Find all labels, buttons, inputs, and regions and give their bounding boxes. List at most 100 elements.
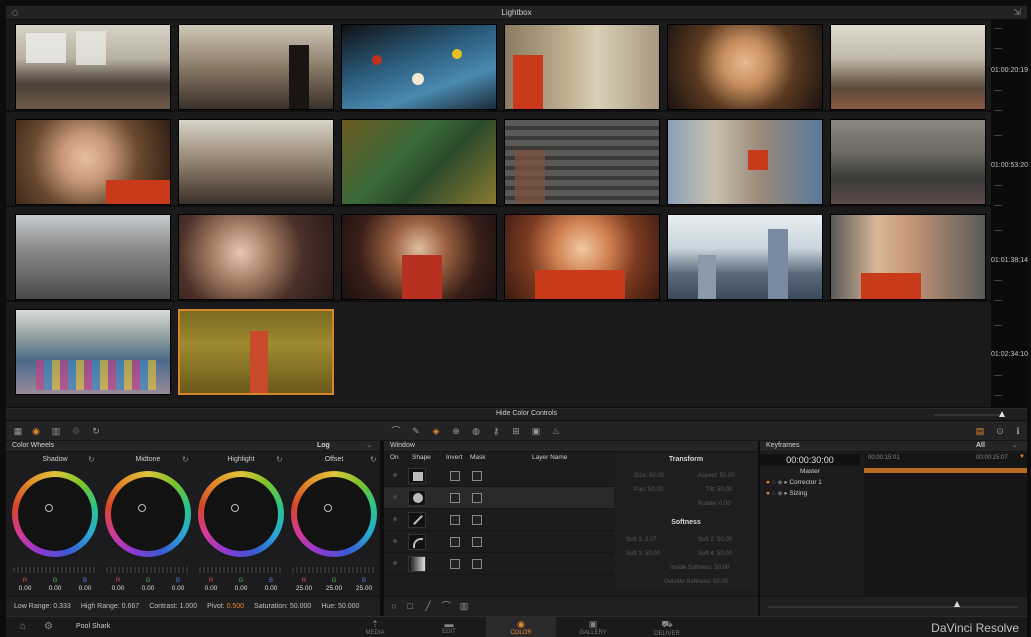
reset-icon[interactable]: ↻ bbox=[88, 455, 95, 464]
collapse-icon[interactable]: ⇲ bbox=[1013, 7, 1021, 18]
shadow-b-value[interactable]: 0.00 bbox=[71, 585, 99, 592]
inside-softness-value[interactable]: Inside Softness: 50.00 bbox=[670, 565, 729, 571]
tab-media[interactable]: ⇡ MEDIA bbox=[340, 617, 410, 637]
linear-window-icon[interactable] bbox=[408, 468, 426, 484]
add-linear-window-icon[interactable]: ○ bbox=[388, 600, 400, 612]
add-gradient-window-icon[interactable]: ▥ bbox=[458, 600, 470, 612]
reset-icon[interactable]: ↻ bbox=[276, 455, 283, 464]
pan-value[interactable]: Pan: 50.00 bbox=[634, 487, 663, 493]
color-match-icon[interactable]: ◉ bbox=[30, 425, 42, 437]
wheel-center-handle[interactable] bbox=[45, 504, 53, 512]
wheel-center-handle[interactable] bbox=[138, 504, 146, 512]
mask-toggle[interactable] bbox=[472, 559, 482, 569]
keyframes-filter-select[interactable]: All bbox=[976, 442, 985, 449]
mask-toggle[interactable] bbox=[472, 537, 482, 547]
invert-toggle[interactable] bbox=[450, 471, 460, 481]
offset-g-value[interactable]: 25.00 bbox=[320, 585, 348, 592]
clip-thumbnail[interactable] bbox=[341, 119, 497, 205]
add-curve-window-icon[interactable]: ⌒ bbox=[440, 600, 452, 612]
saturation-value[interactable]: Saturation: 50.000 bbox=[254, 603, 311, 610]
aspect-value[interactable]: Aspect: 50.00 bbox=[698, 473, 735, 479]
high-range-value[interactable]: High Range: 0.667 bbox=[81, 603, 139, 610]
mask-toggle[interactable] bbox=[472, 471, 482, 481]
contrast-value[interactable]: Contrast: 1.000 bbox=[149, 603, 197, 610]
wheel-center-handle[interactable] bbox=[231, 504, 239, 512]
clip-thumbnail[interactable] bbox=[15, 24, 171, 110]
shadow-r-value[interactable]: 0.00 bbox=[11, 585, 39, 592]
clip-thumbnail-selected[interactable] bbox=[178, 309, 334, 395]
expand-icon[interactable]: ▸ bbox=[784, 479, 787, 486]
outside-softness-value[interactable]: Outside Softness: 50.00 bbox=[664, 579, 728, 585]
clip-thumbnail[interactable] bbox=[15, 119, 171, 205]
clip-thumbnail[interactable] bbox=[178, 214, 334, 300]
invert-toggle[interactable] bbox=[450, 559, 460, 569]
tab-gallery[interactable]: ▣ GALLERY bbox=[558, 617, 628, 637]
invert-toggle[interactable] bbox=[450, 493, 460, 503]
lock-icon[interactable]: ⌂ bbox=[772, 490, 776, 497]
midtone-color-wheel[interactable] bbox=[105, 471, 191, 557]
track-master[interactable]: Master bbox=[800, 468, 820, 475]
rgb-mixer-icon[interactable]: ♲ bbox=[70, 425, 82, 437]
soft4-value[interactable]: Soft 4: 50.00 bbox=[698, 551, 732, 557]
zoom-slider-knob[interactable] bbox=[999, 411, 1005, 417]
gradient-window-icon[interactable] bbox=[408, 556, 426, 572]
circle-window-icon[interactable] bbox=[408, 490, 426, 506]
scopes-icon[interactable]: ⊙ bbox=[994, 425, 1006, 437]
midtone-r-value[interactable]: 0.00 bbox=[104, 585, 132, 592]
offset-b-value[interactable]: 25.00 bbox=[350, 585, 378, 592]
sizing-icon[interactable]: ⊞ bbox=[510, 425, 522, 437]
track-sizing[interactable]: Sizing bbox=[789, 490, 807, 497]
mode-dropdown-icon[interactable]: ⌄ bbox=[366, 441, 372, 449]
highlight-b-value[interactable]: 0.00 bbox=[257, 585, 285, 592]
settings-gear-icon[interactable]: ⚙ bbox=[44, 621, 53, 632]
lock-icon[interactable]: ⌂ bbox=[772, 479, 776, 486]
keyframe-zoom-slider[interactable] bbox=[768, 606, 1018, 608]
hide-color-controls-bar[interactable]: Hide Color Controls bbox=[6, 408, 1027, 420]
window-row-polygon[interactable] bbox=[384, 509, 614, 531]
clip-thumbnail[interactable] bbox=[504, 24, 660, 110]
rotate-value[interactable]: Rotate: 0.00 bbox=[698, 501, 731, 507]
clip-thumbnail[interactable] bbox=[830, 214, 986, 300]
window-row-circle[interactable] bbox=[384, 487, 614, 509]
reset-icon[interactable]: ↻ bbox=[182, 455, 189, 464]
keyframe-dot-icon[interactable]: ● bbox=[766, 490, 770, 497]
clip-thumbnail[interactable] bbox=[15, 214, 171, 300]
clip-thumbnail[interactable] bbox=[341, 24, 497, 110]
diamond-icon[interactable]: ◆ bbox=[778, 490, 783, 497]
zoom-slider[interactable] bbox=[934, 414, 1004, 416]
highlight-r-value[interactable]: 0.00 bbox=[197, 585, 225, 592]
pivot-value[interactable]: 0.500 bbox=[227, 603, 245, 610]
tracker-icon[interactable]: ⊕ bbox=[450, 425, 462, 437]
window-dot-icon[interactable] bbox=[12, 10, 18, 16]
dropper-icon[interactable]: ♨ bbox=[550, 425, 562, 437]
keyframes-icon[interactable]: ▤ bbox=[974, 425, 986, 437]
curve-window-icon[interactable] bbox=[408, 534, 426, 550]
clip-thumbnail[interactable] bbox=[178, 119, 334, 205]
invert-toggle[interactable] bbox=[450, 537, 460, 547]
keyframe-range-bar[interactable] bbox=[864, 468, 1027, 473]
mask-toggle[interactable] bbox=[472, 493, 482, 503]
expand-icon[interactable]: ▸ bbox=[784, 490, 787, 497]
3d-icon[interactable]: ▣ bbox=[530, 425, 542, 437]
curves-icon[interactable]: ⌒ bbox=[390, 425, 402, 437]
clip-thumbnail[interactable] bbox=[830, 119, 986, 205]
clip-thumbnail[interactable] bbox=[830, 24, 986, 110]
shadow-g-value[interactable]: 0.00 bbox=[41, 585, 69, 592]
highlight-g-value[interactable]: 0.00 bbox=[227, 585, 255, 592]
invert-toggle[interactable] bbox=[450, 515, 460, 525]
keyframe-timeline[interactable]: 00:00:15:01 00:00:25:07 ▼ bbox=[864, 453, 1027, 601]
blur-icon[interactable]: ◍ bbox=[470, 425, 482, 437]
midtone-master-jog[interactable] bbox=[106, 567, 190, 573]
midtone-g-value[interactable]: 0.00 bbox=[134, 585, 162, 592]
window-row-gradient[interactable] bbox=[384, 553, 614, 575]
wheel-center-handle[interactable] bbox=[324, 504, 332, 512]
tab-edit[interactable]: ▬ EDIT bbox=[414, 617, 484, 637]
highlight-master-jog[interactable] bbox=[199, 567, 283, 573]
clip-thumbnail[interactable] bbox=[667, 24, 823, 110]
home-icon[interactable]: ⌂ bbox=[20, 621, 26, 632]
primaries-icon[interactable]: ▥ bbox=[50, 425, 62, 437]
window-icon[interactable]: ◈ bbox=[430, 425, 442, 437]
clip-thumbnail[interactable] bbox=[178, 24, 334, 110]
add-polygon-window-icon[interactable]: ╱ bbox=[422, 600, 434, 612]
clip-thumbnail[interactable] bbox=[504, 119, 660, 205]
